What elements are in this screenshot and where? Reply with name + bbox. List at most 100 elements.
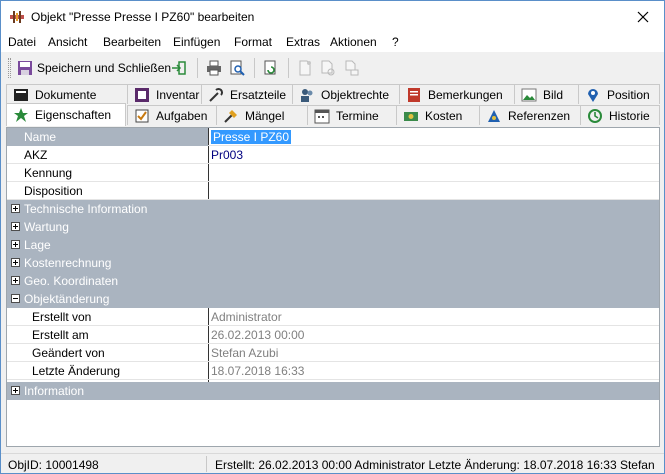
category-objektaenderung[interactable]: Objektänderung	[7, 290, 659, 308]
menu-help[interactable]: ?	[392, 35, 399, 49]
title-bar: Objekt "Presse Presse I PZ60" bearbeiten	[1, 1, 664, 32]
printer-icon	[207, 60, 221, 76]
move-document-icon	[345, 60, 359, 76]
tab-label: Aufgaben	[156, 108, 208, 123]
category-label: Technische Information	[24, 202, 148, 216]
exit-icon	[172, 61, 186, 75]
category-wartung[interactable]: Wartung	[7, 218, 659, 236]
category-label: Geo. Koordinaten	[24, 274, 119, 288]
category-technische-information[interactable]: Technische Information	[7, 200, 659, 218]
tab-objektrechte[interactable]: Objektrechte	[292, 84, 400, 104]
menu-format[interactable]: Format	[234, 35, 272, 49]
property-value-akz[interactable]: Pr003	[209, 146, 659, 164]
status-summary: Erstellt: 26.02.2013 00:00 Administrator…	[215, 458, 655, 474]
tab-label: Dokumente	[35, 87, 97, 102]
tab-label: Eigenschaften	[35, 108, 112, 122]
property-value-erstellt-von: Administrator	[211, 310, 282, 324]
tab-label: Objektrechte	[321, 87, 390, 102]
property-label: Erstellt von	[32, 310, 92, 324]
new-object-button[interactable]	[297, 58, 313, 78]
inventory-icon	[135, 87, 149, 102]
tab-kosten[interactable]: Kosten	[396, 105, 480, 125]
tab-eigenschaften[interactable]: Eigenschaften	[6, 103, 126, 126]
property-label: Disposition	[24, 184, 83, 198]
toolbar: Speichern und Schließen	[1, 54, 664, 82]
property-label: AKZ	[24, 148, 48, 162]
save-close-button[interactable]: Speichern und Schließen	[17, 58, 171, 78]
menu-ansicht[interactable]: Ansicht	[48, 35, 87, 49]
close-editor-button[interactable]	[171, 58, 187, 78]
tab-label: Ersatzteile	[230, 87, 287, 102]
tab-maengel[interactable]: Mängel	[216, 105, 308, 125]
property-label: Name	[7, 128, 208, 146]
menu-bearbeiten[interactable]: Bearbeiten	[103, 35, 161, 49]
tab-aufgaben[interactable]: Aufgaben	[127, 105, 217, 125]
category-label: Kostenrechnung	[24, 256, 112, 270]
property-value-name[interactable]: Presse I PZ60	[211, 130, 292, 144]
tab-dokumente[interactable]: Dokumente	[6, 84, 128, 104]
close-icon[interactable]	[635, 9, 651, 25]
menu-einfuegen[interactable]: Einfügen	[173, 35, 220, 49]
category-label: Information	[24, 384, 85, 398]
tab-inventar[interactable]: Inventar	[127, 84, 202, 104]
print-preview-button[interactable]	[229, 58, 245, 78]
category-geo-koordinaten[interactable]: Geo. Koordinaten	[7, 272, 659, 290]
users-icon	[301, 88, 313, 102]
tab-label: Inventar	[156, 87, 200, 102]
copy-document-icon	[321, 60, 335, 76]
properties-icon	[14, 108, 28, 122]
tab-historie[interactable]: Historie	[580, 105, 660, 125]
tabs-front-row: Eigenschaften Aufgaben Mängel Termine Ko…	[6, 103, 660, 126]
move-object-button[interactable]	[343, 58, 359, 78]
tab-position[interactable]: Position	[578, 84, 660, 104]
save-close-label: Speichern und Schließen	[37, 61, 172, 75]
category-kostenrechnung[interactable]: Kostenrechnung	[7, 254, 659, 272]
tab-bild[interactable]: Bild	[514, 84, 579, 104]
property-value-erstellt-am: 26.02.2013 00:00	[211, 328, 305, 342]
object-edit-window: Objekt "Presse Presse I PZ60" bearbeiten…	[0, 0, 665, 474]
category-information[interactable]: Information	[7, 382, 659, 400]
status-objid: ObjID: 10001498	[8, 458, 99, 472]
property-row-geaendert-von[interactable]: Geändert von Stefan Azubi	[7, 344, 659, 362]
history-icon	[588, 108, 602, 123]
tab-bemerkungen[interactable]: Bemerkungen	[399, 84, 515, 104]
image-icon	[521, 88, 537, 101]
tab-label: Bemerkungen	[428, 87, 503, 102]
references-icon	[488, 109, 500, 122]
property-row-erstellt-von[interactable]: Erstellt von Administrator	[7, 308, 659, 326]
property-row-kennung[interactable]: Kennung	[7, 164, 659, 182]
category-label: Objektänderung	[24, 292, 110, 306]
property-row-disposition[interactable]: Disposition	[7, 182, 659, 200]
tab-termine[interactable]: Termine	[307, 105, 397, 125]
menu-aktionen[interactable]: Aktionen	[330, 35, 377, 49]
property-row-name[interactable]: Name Presse I PZ60	[7, 128, 659, 146]
tab-label: Bild	[543, 87, 564, 102]
toolbar-grip[interactable]	[8, 58, 11, 78]
property-row-akz[interactable]: AKZ Pr003	[7, 146, 659, 164]
property-row-letzte-aenderung[interactable]: Letzte Änderung 18.07.2018 16:33	[7, 362, 659, 380]
print-button[interactable]	[206, 58, 222, 78]
tab-referenzen[interactable]: Referenzen	[479, 105, 581, 125]
tab-label: Termine	[336, 108, 379, 123]
property-label: Geändert von	[32, 346, 105, 360]
property-value-kennung[interactable]	[209, 164, 659, 182]
property-row-erstellt-am[interactable]: Erstellt am 26.02.2013 00:00	[7, 326, 659, 344]
tasks-icon	[135, 109, 149, 122]
tab-ersatzteile[interactable]: Ersatzteile	[201, 84, 293, 104]
property-label: Letzte Änderung	[32, 364, 121, 378]
menu-extras[interactable]: Extras	[286, 35, 320, 49]
tab-label: Position	[607, 87, 650, 102]
notes-icon	[408, 87, 420, 102]
property-value-disposition[interactable]	[209, 182, 659, 200]
save-icon	[18, 61, 32, 75]
tabs-back-row: Dokumente Inventar Ersatzteile Objektrec…	[6, 84, 660, 104]
menu-datei[interactable]: Datei	[8, 35, 36, 49]
copy-object-button[interactable]	[320, 58, 336, 78]
app-icon	[10, 11, 24, 23]
refresh-button[interactable]	[263, 58, 279, 78]
property-grid: Name Presse I PZ60 AKZ Pr003 Kennung Dis…	[6, 127, 660, 447]
tab-label: Mängel	[245, 108, 285, 123]
toolbar-separator	[288, 58, 289, 78]
status-separator	[206, 456, 207, 472]
category-lage[interactable]: Lage	[7, 236, 659, 254]
